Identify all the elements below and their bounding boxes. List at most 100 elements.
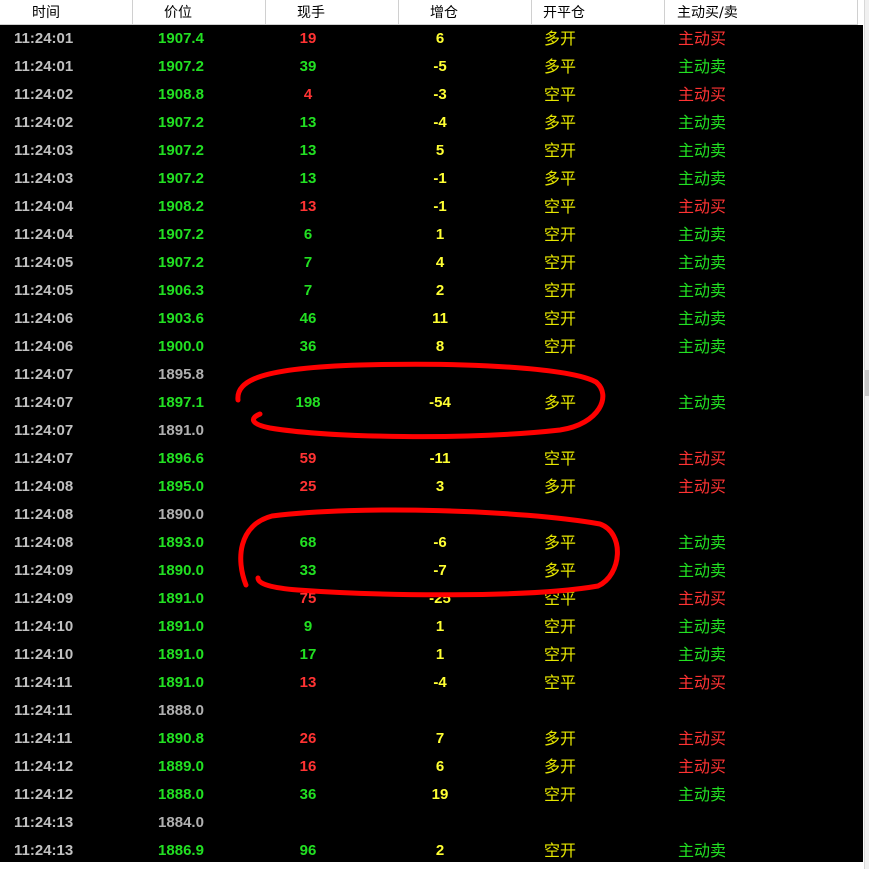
cell-price: 1890.8 [158,730,204,747]
cell-time: 11:24:13 [14,842,74,859]
cell-price: 1907.4 [158,30,204,47]
cell-active-buy-sell: 主动卖 [678,113,727,132]
table-row[interactable]: 11:24:03 1907.2 13 5 空开 主动卖 [0,137,863,165]
header-volume[interactable]: 现手 [266,0,399,24]
cell-active-buy-sell: 主动卖 [678,169,727,188]
table-row[interactable]: 11:24:13 1884.0 [0,809,863,837]
cell-price: 1890.0 [158,562,204,579]
cell-open-close-type: 多平 [544,393,577,412]
table-row[interactable]: 11:24:02 1907.2 13 -4 多平 主动卖 [0,109,863,137]
cell-price: 1888.0 [158,702,204,719]
cell-price: 1893.0 [158,534,204,551]
cell-open-close-type: 空开 [544,141,577,160]
cell-active-buy-sell: 主动卖 [678,561,727,580]
cell-price: 1891.0 [158,674,204,691]
table-row[interactable]: 11:24:01 1907.4 19 6 多开 主动买 [0,25,863,53]
cell-price: 1891.0 [158,422,204,439]
table-row[interactable]: 11:24:11 1888.0 [0,697,863,725]
cell-price: 1891.0 [158,590,204,607]
cell-open-interest-change: -25 [429,590,451,607]
table-row[interactable]: 11:24:01 1907.2 39 -5 多平 主动卖 [0,53,863,81]
table-row[interactable]: 11:24:09 1891.0 75 -25 空平 主动买 [0,585,863,613]
cell-active-buy-sell: 主动卖 [678,533,727,552]
cell-time: 11:24:11 [14,674,73,691]
cell-time: 11:24:01 [14,30,74,47]
table-row[interactable]: 11:24:07 1891.0 [0,417,863,445]
cell-active-buy-sell: 主动买 [678,477,727,496]
cell-open-close-type: 空开 [544,281,577,300]
cell-volume: 6 [303,226,313,243]
cell-volume: 25 [299,478,317,495]
cell-price: 1903.6 [158,310,204,327]
table-row[interactable]: 11:24:08 1890.0 [0,501,863,529]
table-row[interactable]: 11:24:12 1889.0 16 6 多开 主动买 [0,753,863,781]
table-row[interactable]: 11:24:11 1890.8 26 7 多开 主动买 [0,725,863,753]
cell-price: 1886.9 [158,842,204,859]
cell-open-interest-change: -11 [429,450,451,467]
table-row[interactable]: 11:24:05 1906.3 7 2 空开 主动卖 [0,277,863,305]
cell-open-close-type: 多平 [544,561,577,580]
cell-active-buy-sell: 主动卖 [678,841,727,860]
cell-active-buy-sell: 主动买 [678,197,727,216]
table-row[interactable]: 11:24:08 1893.0 68 -6 多平 主动卖 [0,529,863,557]
cell-active-buy-sell: 主动买 [678,29,727,48]
cell-open-close-type: 空平 [544,197,577,216]
cell-open-close-type: 多开 [544,729,577,748]
cell-price: 1884.0 [158,814,204,831]
cell-open-close-type: 空平 [544,589,577,608]
cell-volume: 59 [299,450,317,467]
header-time[interactable]: 时间 [0,0,133,24]
table-row[interactable]: 11:24:06 1903.6 46 11 空开 主动卖 [0,305,863,333]
table-row[interactable]: 11:24:06 1900.0 36 8 空开 主动卖 [0,333,863,361]
table-row[interactable]: 11:24:11 1891.0 13 -4 空平 主动买 [0,669,863,697]
cell-active-buy-sell: 主动卖 [678,57,727,76]
cell-price: 1908.2 [158,198,204,215]
table-row[interactable]: 11:24:03 1907.2 13 -1 多平 主动卖 [0,165,863,193]
table-row[interactable]: 11:24:10 1891.0 9 1 空开 主动卖 [0,613,863,641]
scrollbar-thumb[interactable] [865,370,869,396]
cell-active-buy-sell: 主动卖 [678,141,727,160]
table-row[interactable]: 11:24:09 1890.0 33 -7 多平 主动卖 [0,557,863,585]
cell-open-close-type: 空开 [544,309,577,328]
cell-volume: 16 [299,758,317,775]
table-row[interactable]: 11:24:04 1908.2 13 -1 空平 主动买 [0,193,863,221]
vertical-scrollbar[interactable] [864,0,869,869]
cell-price: 1907.2 [158,142,204,159]
table-row[interactable]: 11:24:08 1895.0 25 3 多开 主动买 [0,473,863,501]
table-row[interactable]: 11:24:02 1908.8 4 -3 空平 主动买 [0,81,863,109]
cell-volume: 33 [299,562,317,579]
cell-price: 1891.0 [158,618,204,635]
cell-open-close-type: 空开 [544,617,577,636]
cell-open-interest-change: 1 [435,618,445,635]
cell-open-close-type: 多平 [544,169,577,188]
cell-open-interest-change: -3 [433,86,447,103]
header-active-buy-sell[interactable]: 主动买/卖 [665,0,858,24]
column-header: 时间 价位 现手 增仓 开平仓 主动买/卖 [0,0,858,25]
tick-table[interactable]: 11:24:01 1907.4 19 6 多开 主动买 11:24:01 1907.2 39 -5… [0,25,863,862]
cell-time: 11:24:05 [14,282,74,299]
cell-open-close-type: 多平 [544,57,577,76]
table-row[interactable]: 11:24:05 1907.2 7 4 空开 主动卖 [0,249,863,277]
header-open-interest-change[interactable]: 增仓 [399,0,532,24]
cell-time: 11:24:09 [14,562,74,579]
table-row[interactable]: 11:24:12 1888.0 36 19 空开 主动卖 [0,781,863,809]
table-row[interactable]: 11:24:07 1897.1 198 -54 多平 主动卖 [0,389,863,417]
cell-time: 11:24:07 [14,394,74,411]
cell-volume [258,501,358,529]
cell-price: 1895.8 [158,366,204,383]
cell-active-buy-sell: 主动买 [678,589,727,608]
cell-time: 11:24:05 [14,254,74,271]
table-row[interactable]: 11:24:10 1891.0 17 1 空开 主动卖 [0,641,863,669]
table-row[interactable]: 11:24:07 1895.8 [0,361,863,389]
cell-open-interest-change: -7 [433,562,447,579]
cell-active-buy-sell: 主动卖 [678,645,727,664]
cell-price: 1907.2 [158,114,204,131]
table-row[interactable]: 11:24:07 1896.6 59 -11 空平 主动买 [0,445,863,473]
cell-price: 1895.0 [158,478,204,495]
table-row[interactable]: 11:24:13 1886.9 96 2 空开 主动卖 [0,837,863,862]
cell-volume [258,417,358,445]
cell-active-buy-sell: 主动买 [678,85,727,104]
header-open-close-type[interactable]: 开平仓 [532,0,665,24]
table-row[interactable]: 11:24:04 1907.2 6 1 空开 主动卖 [0,221,863,249]
header-price[interactable]: 价位 [133,0,266,24]
